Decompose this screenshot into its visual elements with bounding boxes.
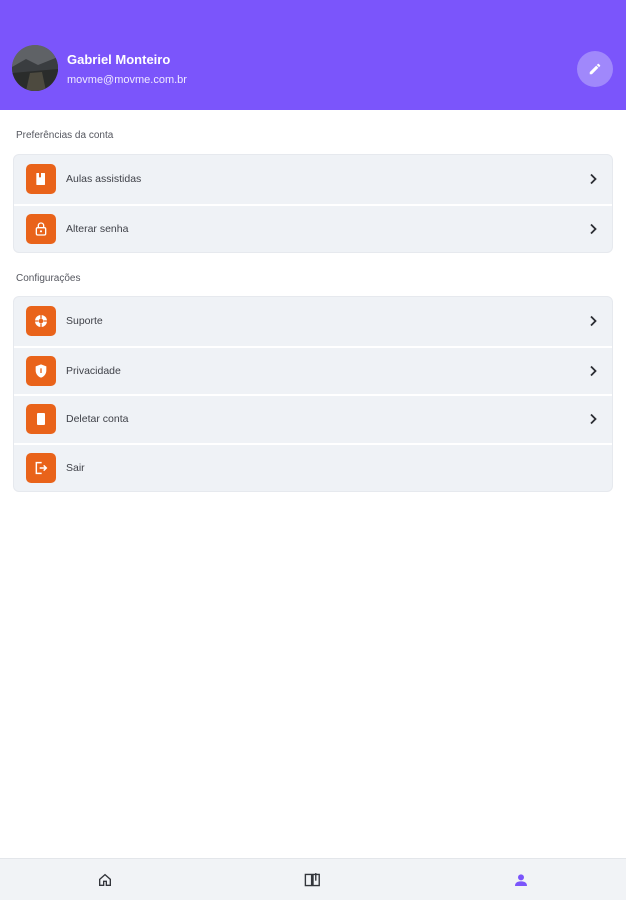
account-preferences-card: Aulas assistidas Alterar senha: [13, 154, 613, 253]
menu-item-privacidade[interactable]: Privacidade: [14, 345, 612, 395]
edit-profile-button[interactable]: [577, 51, 613, 87]
chevron-right-icon: [590, 365, 597, 376]
pencil-icon: [589, 63, 601, 75]
section-title-settings: Configurações: [16, 273, 81, 284]
nav-courses[interactable]: [302, 869, 324, 891]
menu-item-suporte[interactable]: Suporte: [14, 297, 612, 346]
menu-item-label: Suporte: [66, 315, 103, 328]
support-icon: [26, 306, 56, 337]
profile-icon: [515, 874, 527, 886]
bottom-navigation: [0, 858, 626, 900]
user-email: movme@movme.com.br: [67, 74, 187, 86]
menu-item-label: Deletar conta: [66, 413, 129, 426]
menu-item-aulas-assistidas[interactable]: Aulas assistidas: [14, 155, 612, 204]
menu-item-sair[interactable]: Sair: [14, 442, 612, 492]
logout-icon: [26, 452, 56, 483]
shield-icon: [26, 355, 56, 386]
chevron-right-icon: [590, 414, 597, 425]
trash-icon: [26, 404, 56, 435]
chevron-right-icon: [590, 223, 597, 234]
section-title-account: Preferências da conta: [16, 130, 114, 141]
lock-icon: [26, 213, 56, 244]
menu-item-label: Privacidade: [66, 364, 121, 377]
nav-profile[interactable]: [510, 869, 532, 891]
settings-card: Suporte Privacidade Deletar conta Sair: [13, 296, 613, 492]
nav-home[interactable]: [94, 869, 116, 891]
chevron-right-icon: [590, 316, 597, 327]
user-name: Gabriel Monteiro: [67, 52, 171, 67]
menu-item-deletar-conta[interactable]: Deletar conta: [14, 394, 612, 443]
avatar[interactable]: [12, 45, 58, 91]
profile-header: Gabriel Monteiro movme@movme.com.br: [0, 0, 626, 110]
book-icon: [26, 164, 56, 195]
courses-book-icon: [304, 873, 320, 887]
menu-item-label: Aulas assistidas: [66, 173, 142, 186]
menu-item-label: Alterar senha: [66, 222, 129, 235]
menu-item-label: Sair: [66, 461, 85, 474]
chevron-right-icon: [590, 174, 597, 185]
menu-item-alterar-senha[interactable]: Alterar senha: [14, 203, 612, 253]
home-icon: [99, 873, 111, 886]
